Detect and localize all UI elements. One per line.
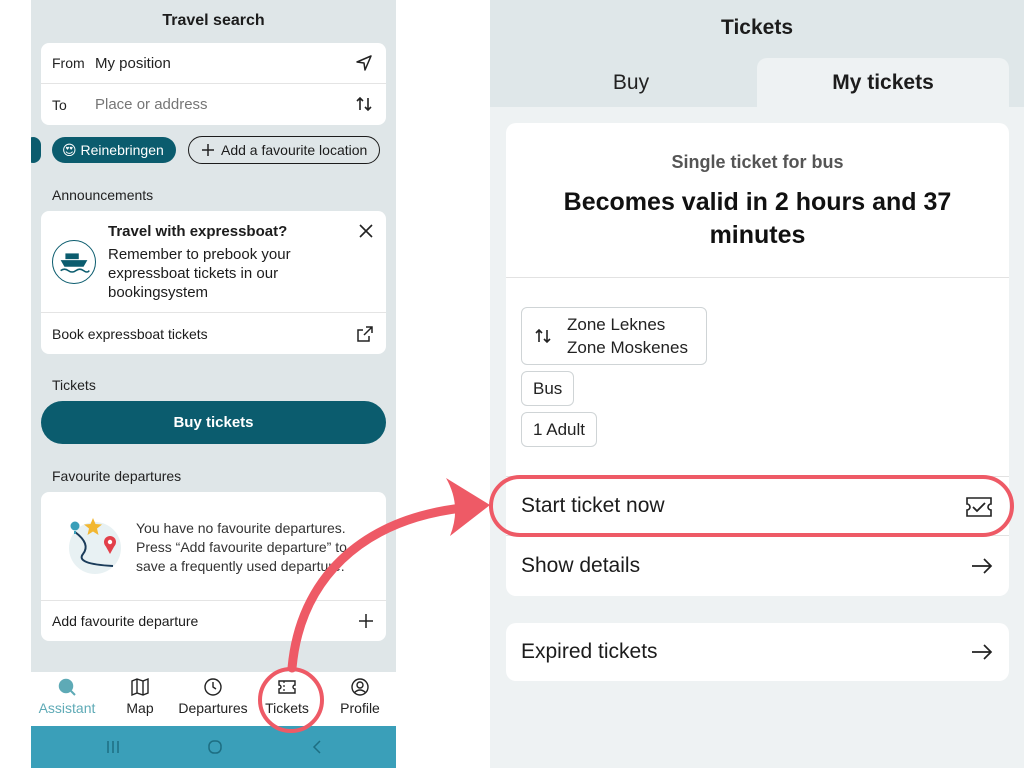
tab-profile[interactable]: Profile <box>331 672 389 726</box>
ticket-icon <box>278 680 296 694</box>
announcement-title: Travel with expressboat? <box>108 223 288 240</box>
no-favourites-message: You have no favourite departures. Press … <box>136 519 371 576</box>
tab-label: Departures <box>178 700 248 716</box>
to-placeholder: Place or address <box>95 96 208 113</box>
announcement-card: Travel with expressboat? Remember to pre… <box>41 211 386 354</box>
close-icon[interactable] <box>358 223 374 239</box>
route-illustration-icon <box>69 518 121 574</box>
from-value: My position <box>95 54 171 72</box>
tab-label: Tickets <box>265 700 309 716</box>
tab-label: Map <box>126 700 154 716</box>
add-favourite-location-label: Add a favourite location <box>221 142 368 158</box>
external-link-icon <box>357 326 373 342</box>
plus-icon <box>359 614 373 628</box>
swap-icon[interactable] <box>354 94 374 114</box>
favourite-location-chip-partial[interactable] <box>31 137 41 163</box>
announcement-text: Remember to prebook your expressboat tic… <box>108 246 291 301</box>
favourite-departures-card: You have no favourite departures. Press … <box>41 492 386 641</box>
no-favourites-line: save a frequently used departure. <box>136 558 345 574</box>
add-favourite-departure-button[interactable]: Add favourite departure <box>41 600 386 641</box>
plus-icon <box>202 144 214 156</box>
back-icon[interactable] <box>311 739 323 755</box>
zone-from: Zone Leknes <box>567 315 666 334</box>
favourite-location-chip[interactable]: 😍 Reinebringen <box>52 137 176 163</box>
boat-icon <box>52 240 96 284</box>
start-ticket-now-label: Start ticket now <box>521 494 665 517</box>
arrow-right-icon <box>972 558 993 574</box>
tab-label: Assistant <box>38 700 96 716</box>
from-field[interactable]: From My position <box>41 43 386 84</box>
zone-to: Zone Moskenes <box>567 338 688 357</box>
no-favourites-line: Press “Add favourite departure” to <box>136 539 347 555</box>
arrow-right-icon <box>972 644 993 660</box>
swap-icon <box>535 328 551 344</box>
tab-tickets[interactable]: Tickets <box>259 672 315 726</box>
annotation-arrowhead <box>446 478 490 536</box>
page-title: Travel search <box>162 12 265 29</box>
announcements-heading: Announcements <box>52 187 154 203</box>
to-label: To <box>52 96 67 113</box>
buy-tickets-button[interactable]: Buy tickets <box>41 401 386 444</box>
book-expressboat-link[interactable]: Book expressboat tickets <box>41 312 386 354</box>
my-tickets-panel: Single ticket for bus Becomes valid in 2… <box>490 107 1024 768</box>
recent-apps-icon[interactable] <box>106 739 120 755</box>
transport-mode-chip: Bus <box>521 371 575 406</box>
show-details-button[interactable]: Show details <box>506 536 1009 596</box>
no-favourites-line: You have no favourite departures. <box>136 520 346 536</box>
show-details-label: Show details <box>521 554 641 577</box>
map-icon <box>131 677 149 697</box>
tab-assistant[interactable]: Assistant <box>31 672 103 726</box>
right-phone-screen: Tickets Buy My tickets Single ticket for… <box>490 0 1024 768</box>
favourite-departures-heading: Favourite departures <box>52 468 182 484</box>
ticket-type: Single ticket for bus <box>671 152 844 172</box>
tab-departures[interactable]: Departures <box>175 672 251 726</box>
expired-tickets-label: Expired tickets <box>521 640 658 663</box>
clock-icon <box>204 678 222 696</box>
to-field[interactable]: To Place or address <box>41 84 386 125</box>
tab-my-tickets[interactable]: My tickets <box>757 58 1009 107</box>
bottom-tab-bar: Assistant Map Departures Tickets Profile <box>31 672 396 726</box>
system-navigation-bar <box>31 726 396 768</box>
zone-chip: Zone Leknes Zone Moskenes <box>521 307 707 365</box>
ticket-check-icon <box>966 497 992 517</box>
tab-label: Profile <box>340 700 380 716</box>
profile-icon <box>351 678 369 696</box>
add-favourite-location-button[interactable]: Add a favourite location <box>188 136 381 164</box>
page-title: Tickets <box>721 16 793 39</box>
tab-map[interactable]: Map <box>112 672 168 726</box>
travel-search-card: From My position To Place or address <box>41 43 386 125</box>
search-icon <box>58 678 76 696</box>
start-ticket-now-button[interactable]: Start ticket now <box>506 476 1009 536</box>
book-expressboat-label: Book expressboat tickets <box>52 325 208 342</box>
ticket-card: Single ticket for bus Becomes valid in 2… <box>506 123 1009 596</box>
ticket-validity: Becomes valid in 2 hours and 37 minutes <box>563 188 952 249</box>
expired-tickets-button[interactable]: Expired tickets <box>506 623 1009 681</box>
left-phone-screen: Travel search From My position To Place … <box>31 0 396 768</box>
divider <box>506 277 1009 278</box>
add-favourite-departure-label: Add favourite departure <box>52 613 199 629</box>
tab-buy[interactable]: Buy <box>506 58 756 107</box>
travellers-chip: 1 Adult <box>521 412 597 447</box>
location-arrow-icon[interactable] <box>354 53 374 73</box>
from-label: From <box>52 55 85 71</box>
home-icon[interactable] <box>207 739 223 755</box>
tickets-heading: Tickets <box>52 377 96 393</box>
favourite-location-label: 😍 Reinebringen <box>62 141 164 158</box>
